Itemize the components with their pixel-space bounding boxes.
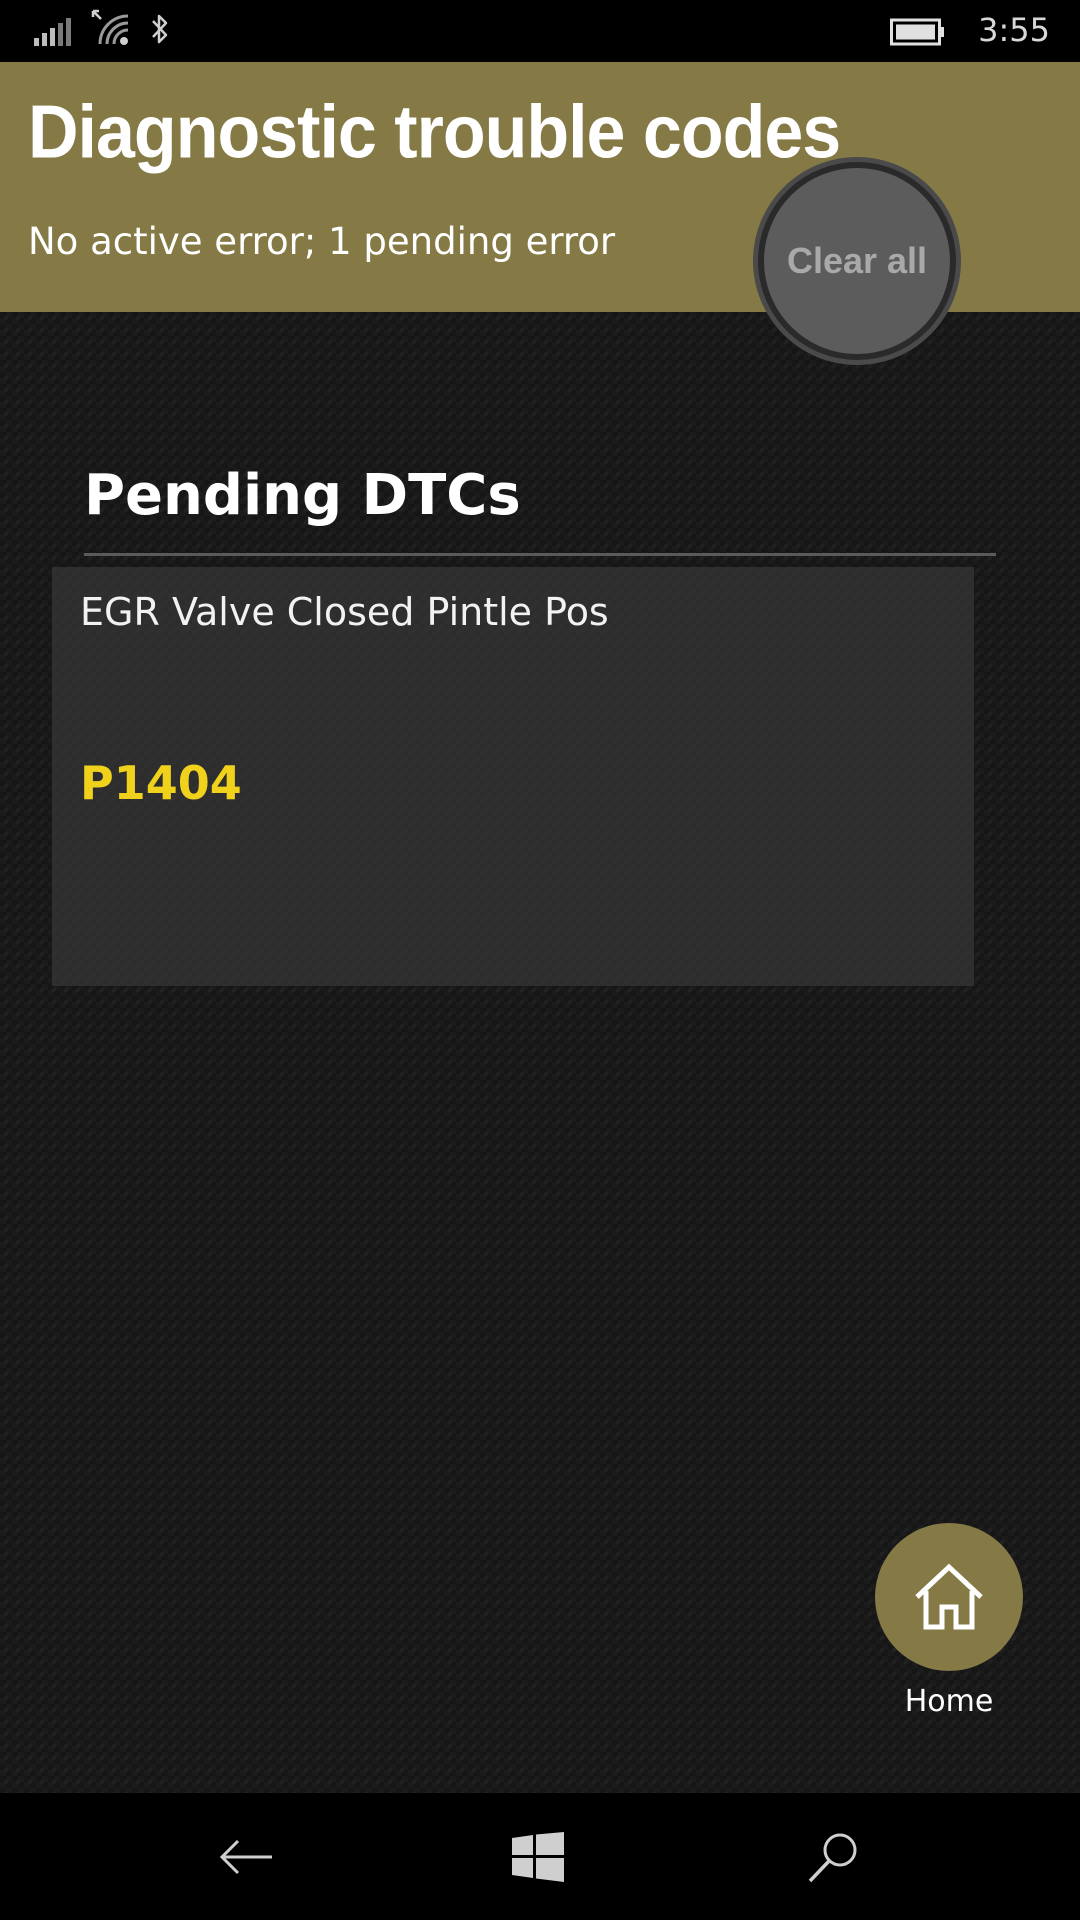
dtc-code: P1404 xyxy=(80,756,242,810)
wifi-icon xyxy=(91,9,129,45)
back-button[interactable] xyxy=(186,1793,306,1920)
page-title: Diagnostic trouble codes xyxy=(28,89,841,174)
signal-icon xyxy=(34,18,74,46)
search-icon xyxy=(808,1833,857,1882)
error-summary: No active error; 1 pending error xyxy=(28,220,616,263)
battery-icon xyxy=(890,18,944,46)
status-clock: 3:55 xyxy=(978,11,1050,49)
windows-start-button[interactable] xyxy=(478,1793,598,1920)
section-divider xyxy=(84,553,996,556)
section-title: Pending DTCs xyxy=(84,463,521,528)
windows-start-icon xyxy=(512,1831,564,1882)
navigation-bar xyxy=(0,1793,1080,1920)
status-bar: 3:55 xyxy=(0,0,1080,62)
home-icon xyxy=(915,1563,983,1630)
dtc-description: EGR Valve Closed Pintle Pos xyxy=(80,590,609,634)
home-button[interactable] xyxy=(875,1523,1023,1671)
back-icon xyxy=(219,1839,272,1874)
bluetooth-icon xyxy=(152,14,168,44)
search-button[interactable] xyxy=(774,1793,894,1920)
home-label: Home xyxy=(904,1684,994,1719)
clear-all-button[interactable]: Clear all xyxy=(758,162,956,360)
dtc-card[interactable]: EGR Valve Closed Pintle Pos P1404 xyxy=(52,567,974,986)
screen: 3:55 Diagnostic trouble codes No active … xyxy=(0,0,1080,1920)
